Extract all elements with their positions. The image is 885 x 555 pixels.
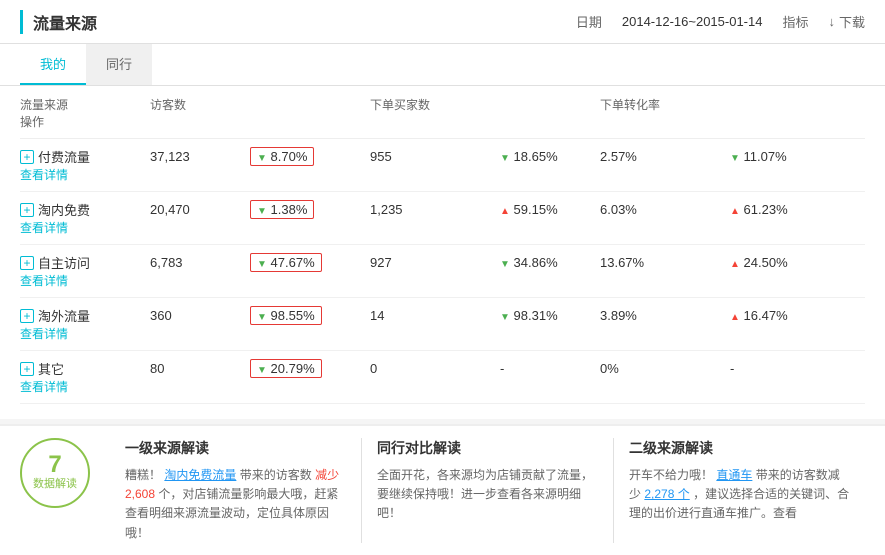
buyer-count: 0: [370, 361, 500, 376]
highlight-change-3: 2,278 个: [644, 487, 689, 501]
conversion-rate: 3.89%: [600, 308, 730, 323]
expand-icon[interactable]: +: [20, 362, 34, 376]
conversion-rate: 13.67%: [600, 255, 730, 270]
visitor-change: 8.70%: [250, 147, 370, 166]
col-conv-change: [730, 96, 810, 113]
visitor-count: 6,783: [150, 255, 250, 270]
table-row: + 付费流量 37,123 8.70% 955 18.65% 2.57% 11.…: [20, 139, 865, 192]
table-row: + 淘外流量 360 98.55% 14 98.31% 3.89% 16.47%…: [20, 298, 865, 351]
conversion-rate: 0%: [600, 361, 730, 376]
source-name: + 付费流量: [20, 147, 150, 166]
conv-change: 24.50%: [730, 255, 810, 270]
text-suffix-1: 个，对店铺流量影响最大哦，赶紧查看明细来源流量波动，定位具体原因哦！: [125, 487, 338, 539]
conv-change: 61.23%: [730, 202, 810, 217]
visitor-count: 20,470: [150, 202, 250, 217]
expand-icon[interactable]: +: [20, 256, 34, 270]
highlight-source[interactable]: 淘内免费流量: [164, 468, 236, 482]
table-row: + 其它 80 20.79% 0 - 0% - 查看详情: [20, 351, 865, 404]
insight-title-1: 一级来源解读: [125, 438, 346, 458]
buyer-change: 98.31%: [500, 308, 600, 323]
page-title: 流量来源: [20, 10, 97, 34]
source-name: + 淘内免费: [20, 200, 150, 219]
expand-icon[interactable]: +: [20, 309, 34, 323]
table-row: + 自主访问 6,783 47.67% 927 34.86% 13.67% 24…: [20, 245, 865, 298]
buyer-change: 59.15%: [500, 202, 600, 217]
visitor-change: 98.55%: [250, 306, 370, 325]
conv-change: 16.47%: [730, 308, 810, 323]
tab-mine[interactable]: 我的: [20, 44, 86, 85]
buyer-count: 927: [370, 255, 500, 270]
insight-title-2: 同行对比解读: [377, 438, 598, 458]
tab-peers[interactable]: 同行: [86, 44, 152, 85]
conversion-rate: 6.03%: [600, 202, 730, 217]
buyer-count: 14: [370, 308, 500, 323]
download-icon: ↓: [828, 14, 835, 29]
action-link[interactable]: 查看详情: [20, 378, 150, 395]
buyer-change: 18.65%: [500, 149, 600, 164]
buyer-change: -: [500, 361, 600, 376]
expand-icon[interactable]: +: [20, 150, 34, 164]
download-button[interactable]: ↓ 下载: [828, 12, 865, 31]
buyer-count: 955: [370, 149, 500, 164]
table-row: + 淘内免费 20,470 1.38% 1,235 59.15% 6.03% 6…: [20, 192, 865, 245]
action-link[interactable]: 查看详情: [20, 272, 150, 289]
visitor-count: 360: [150, 308, 250, 323]
action-link[interactable]: 查看详情: [20, 325, 150, 342]
conversion-rate: 2.57%: [600, 149, 730, 164]
text-prefix-3: 开车不给力哦！: [629, 468, 713, 482]
visitor-count: 37,123: [150, 149, 250, 164]
action-link[interactable]: 查看详情: [20, 166, 150, 183]
date-label[interactable]: 日期: [576, 12, 602, 31]
insight-title-3: 二级来源解读: [629, 438, 850, 458]
conv-change: 11.07%: [730, 149, 810, 164]
col-visitors: 访客数: [150, 96, 250, 113]
visitor-change: 20.79%: [250, 359, 370, 378]
days-badge: 7 数据解读: [20, 438, 90, 508]
text-mid-1: 带来的访客数: [240, 468, 312, 482]
days-number: 7: [48, 453, 61, 477]
source-name: + 淘外流量: [20, 306, 150, 325]
visitor-change: 1.38%: [250, 200, 370, 219]
insight-card-1: 一级来源解读 糟糕！ 淘内免费流量 带来的访客数 减少2,608 个，对店铺流量…: [110, 438, 362, 543]
buyer-count: 1,235: [370, 202, 500, 217]
col-source: 流量来源: [20, 96, 150, 113]
col-buyers: 下单买家数: [370, 96, 500, 113]
insight-text-1: 糟糕！ 淘内免费流量 带来的访客数 减少2,608 个，对店铺流量影响最大哦，赶…: [125, 466, 346, 543]
buyer-change: 34.86%: [500, 255, 600, 270]
insight-card-2: 同行对比解读 全面开花，各来源均为店铺贡献了流量，要继续保持哦！进一步查看各来源…: [362, 438, 614, 543]
source-name: + 其它: [20, 359, 150, 378]
expand-icon[interactable]: +: [20, 203, 34, 217]
source-name: + 自主访问: [20, 253, 150, 272]
visitor-count: 80: [150, 361, 250, 376]
insight-text-3: 开车不给力哦！ 直通车 带来的访客数减少 2,278 个 ，建议选择合适的关键词…: [629, 466, 850, 524]
days-text: 数据解读: [33, 477, 77, 492]
highlight-source-3[interactable]: 直通车: [716, 468, 752, 482]
insight-text-2: 全面开花，各来源均为店铺贡献了流量，要继续保持哦！进一步查看各来源明细吧！: [377, 466, 598, 524]
indicator-label[interactable]: 指标: [782, 12, 808, 31]
col-buyer-change: [500, 96, 600, 113]
date-value: 2014-12-16~2015-01-14: [622, 14, 763, 29]
conv-change: -: [730, 361, 810, 376]
col-action: 操作: [20, 113, 150, 130]
text-prefix-1: 糟糕！: [125, 468, 161, 482]
action-link[interactable]: 查看详情: [20, 219, 150, 236]
insight-card-3: 二级来源解读 开车不给力哦！ 直通车 带来的访客数减少 2,278 个 ，建议选…: [614, 438, 865, 543]
visitor-change: 47.67%: [250, 253, 370, 272]
col-visitor-change: [250, 96, 370, 113]
col-conversion: 下单转化率: [600, 96, 730, 113]
